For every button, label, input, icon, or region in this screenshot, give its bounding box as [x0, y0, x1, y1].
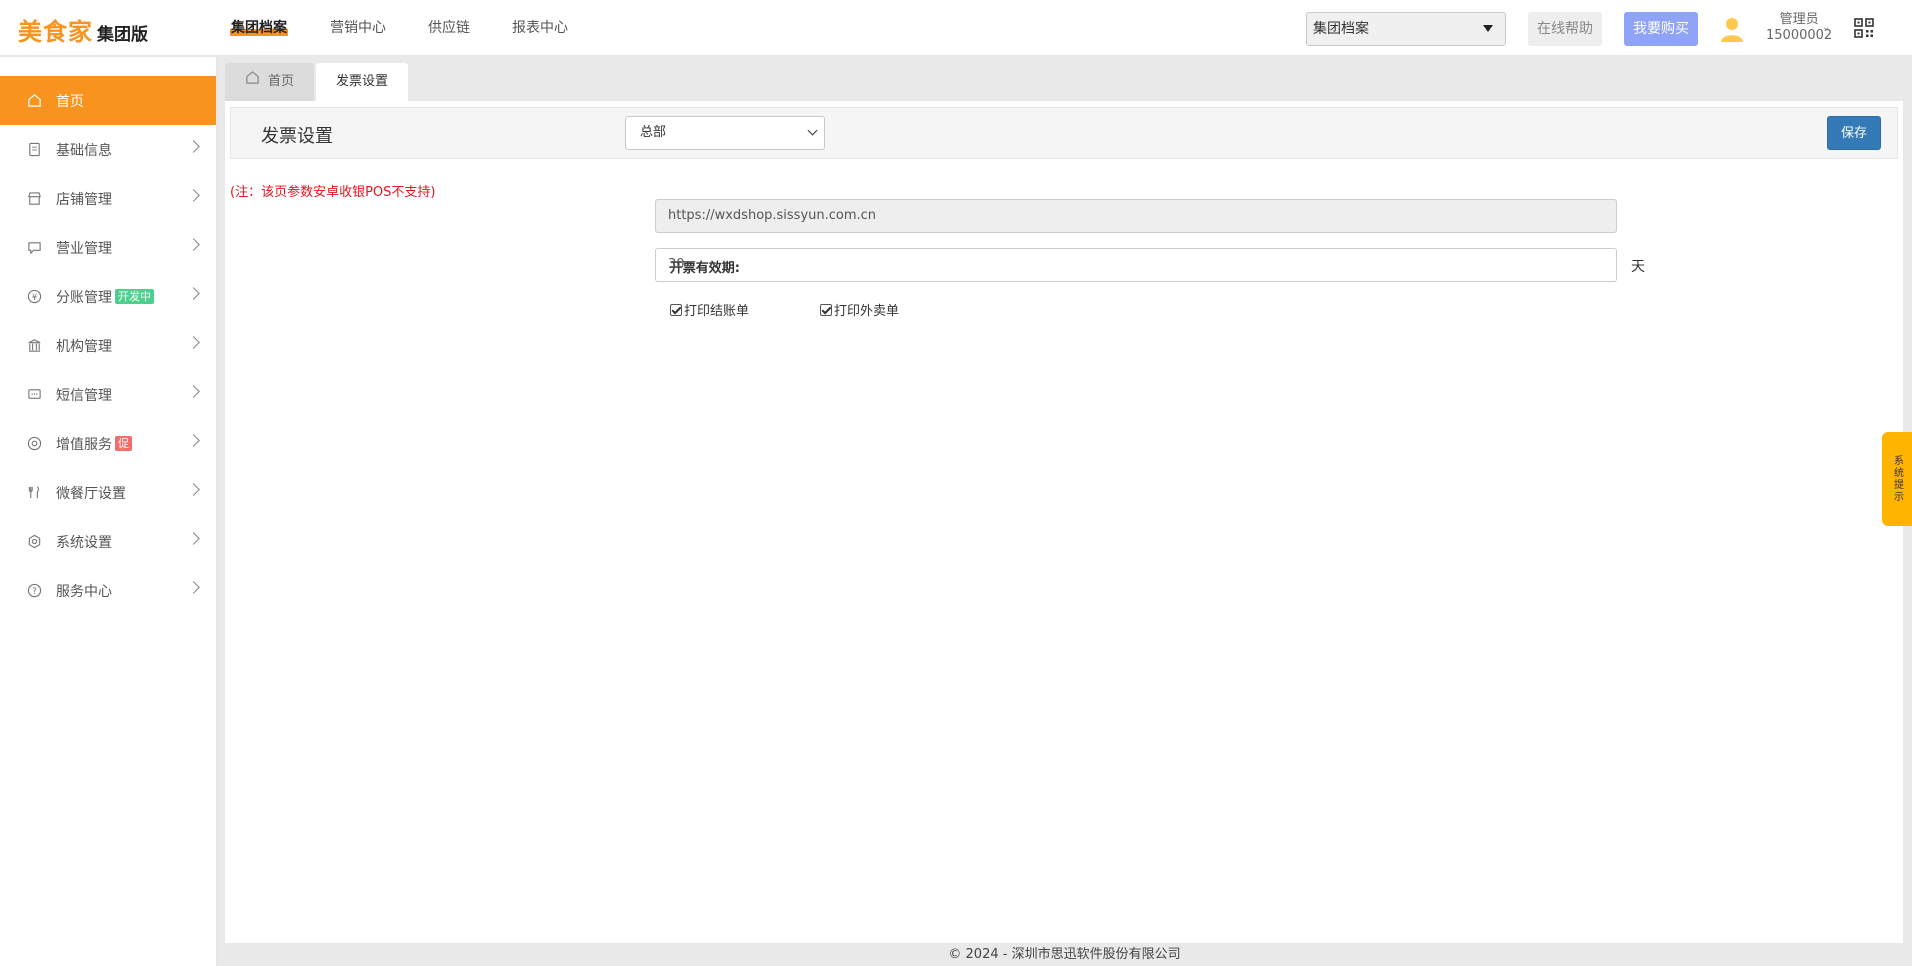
- top-nav-reports[interactable]: 报表中心: [512, 0, 568, 56]
- top-nav-supply-chain[interactable]: 供应链: [428, 0, 470, 56]
- tab-label: 发票设置: [336, 74, 389, 89]
- chevron-right-icon: [187, 189, 200, 202]
- online-help-button[interactable]: 在线帮助: [1528, 12, 1602, 46]
- sidebar-item-label: 短信管理: [56, 387, 112, 404]
- sidebar-item-label: 增值服务: [56, 436, 112, 453]
- svg-text:¥: ¥: [31, 292, 37, 302]
- chevron-right-icon: [187, 532, 200, 545]
- help-icon: ?: [26, 583, 42, 599]
- link-address-field[interactable]: https://wxdshop.sissyun.com.cn: [655, 199, 1617, 233]
- building-icon: [26, 338, 42, 354]
- caret-down-icon: [1483, 25, 1493, 32]
- scope-select[interactable]: 总部: [625, 116, 825, 150]
- print-bill-option[interactable]: 打印结账单: [670, 300, 749, 319]
- sidebar-item-label: 基础信息: [56, 142, 112, 159]
- chevron-right-icon: [187, 336, 200, 349]
- chevron-right-icon: [187, 581, 200, 594]
- buy-button[interactable]: 我要购买: [1624, 12, 1698, 46]
- user-menu-chevron-icon[interactable]: ⌄: [1822, 22, 1830, 33]
- home-icon: [26, 93, 42, 109]
- top-nav-archive[interactable]: 集团档案: [230, 0, 288, 56]
- page-title: 发票设置: [261, 126, 333, 147]
- main-content: 发票设置 总部 保存 (注：该页参数安卓收银POS不支持) 链接地址: http…: [225, 101, 1903, 943]
- sidebar-item-value-added[interactable]: 增值服务 促: [0, 419, 216, 468]
- chevron-right-icon: [187, 287, 200, 300]
- page-toolbar: 发票设置 总部 保存: [230, 107, 1898, 159]
- sidebar-item-home[interactable]: 首页: [0, 76, 216, 125]
- print-bill-label: 打印结账单: [684, 304, 750, 319]
- top-nav: 集团档案 营销中心 供应链 报表中心: [230, 0, 610, 56]
- group-select-value: 集团档案: [1313, 21, 1369, 37]
- sidebar-item-system-settings[interactable]: 系统设置: [0, 517, 216, 566]
- chat-icon: [26, 240, 42, 256]
- qrcode-icon[interactable]: [1854, 18, 1874, 38]
- sidebar-item-label: 店铺管理: [56, 191, 112, 208]
- yuan-icon: ¥: [26, 289, 42, 305]
- sidebar-item-label: 服务中心: [56, 583, 112, 600]
- scope-select-value: 总部: [640, 125, 667, 140]
- footer-copyright: © 2024 - 深圳市思迅软件股份有限公司: [948, 947, 1181, 962]
- logo[interactable]: 美食家 集团版: [18, 12, 148, 46]
- sidebar-item-organization[interactable]: 机构管理: [0, 321, 216, 370]
- sidebar-item-label: 分账管理: [56, 289, 112, 306]
- tab-invoice-settings[interactable]: 发票设置: [316, 63, 409, 101]
- system-tip-tab[interactable]: 系统提示: [1882, 432, 1912, 526]
- sidebar-item-service-center[interactable]: ? 服务中心: [0, 566, 216, 615]
- target-icon: [26, 436, 42, 452]
- sidebar-item-label: 首页: [56, 93, 84, 110]
- chevron-right-icon: [187, 483, 200, 496]
- tab-label: 首页: [268, 74, 295, 89]
- pos-unsupported-note: (注：该页参数安卓收银POS不支持): [230, 185, 436, 200]
- print-bill-checkbox[interactable]: [670, 303, 682, 316]
- chevron-down-icon: [807, 125, 818, 136]
- chevron-right-icon: [187, 238, 200, 251]
- document-icon: [26, 142, 42, 158]
- save-button[interactable]: 保存: [1827, 116, 1881, 150]
- home-icon: [245, 63, 260, 101]
- sidebar-item-label: 微餐厅设置: [56, 485, 126, 502]
- sidebar-item-label: 营业管理: [56, 240, 112, 257]
- print-takeout-label: 打印外卖单: [834, 304, 900, 319]
- store-icon: [26, 191, 42, 207]
- validity-unit: 天: [1631, 259, 1645, 275]
- sidebar-item-label: 系统设置: [56, 534, 112, 551]
- tab-home[interactable]: 首页: [225, 63, 315, 101]
- chevron-right-icon: [187, 434, 200, 447]
- logo-brand: 美食家: [18, 18, 93, 46]
- sidebar: 首页 基础信息 店铺管理 营业管理 ¥ 分账管理 开发中 机构管理 短信管理 增…: [0, 57, 217, 966]
- chevron-right-icon: [187, 140, 200, 153]
- sidebar-item-label: 机构管理: [56, 338, 112, 355]
- svg-text:?: ?: [32, 586, 36, 596]
- print-takeout-checkbox[interactable]: [820, 303, 832, 316]
- user-avatar-icon[interactable]: [1720, 16, 1744, 42]
- validity-period-input[interactable]: 30: [655, 248, 1617, 282]
- sidebar-item-sms[interactable]: 短信管理: [0, 370, 216, 419]
- group-select[interactable]: 集团档案: [1306, 12, 1506, 46]
- dev-badge: 开发中: [115, 289, 154, 304]
- settings-icon: [26, 534, 42, 550]
- utensils-icon: [26, 485, 42, 501]
- logo-edition: 集团版: [97, 25, 148, 45]
- sidebar-item-split-account[interactable]: ¥ 分账管理 开发中: [0, 272, 216, 321]
- top-nav-marketing[interactable]: 营销中心: [330, 0, 386, 56]
- print-takeout-option[interactable]: 打印外卖单: [820, 300, 899, 319]
- message-icon: [26, 387, 42, 403]
- chevron-right-icon: [187, 385, 200, 398]
- sidebar-item-business[interactable]: 营业管理: [0, 223, 216, 272]
- promo-badge: 促: [115, 436, 132, 451]
- sidebar-item-store[interactable]: 店铺管理: [0, 174, 216, 223]
- sidebar-item-micro-restaurant[interactable]: 微餐厅设置: [0, 468, 216, 517]
- top-header: 美食家 集团版 集团档案 营销中心 供应链 报表中心 集团档案 在线帮助 我要购…: [0, 0, 1912, 56]
- page-tabs: 首页 发票设置: [225, 63, 410, 101]
- system-tip-label: 系统提示: [1891, 455, 1903, 503]
- sidebar-item-basic-info[interactable]: 基础信息: [0, 125, 216, 174]
